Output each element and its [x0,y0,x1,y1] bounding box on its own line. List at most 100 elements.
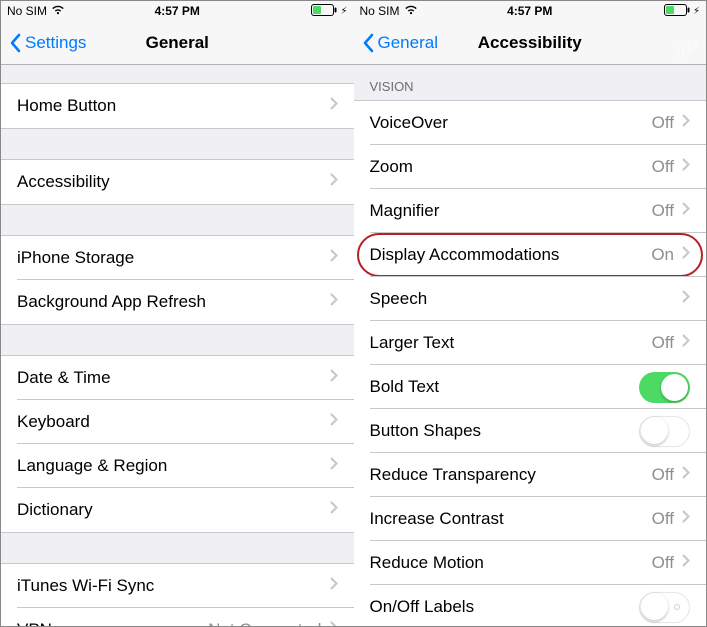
cell-label: Keyboard [17,412,330,432]
cell-increase-contrast[interactable]: Increase ContrastOff [354,497,707,541]
content-scroll[interactable]: Vision VoiceOverOffZoomOffMagnifierOffDi… [354,65,707,626]
cell-reduce-motion[interactable]: Reduce MotionOff [354,541,707,585]
chevron-icon [682,290,690,308]
cell-label: On/Off Labels [370,597,640,617]
status-bar: No SIM 4:57 PM ⚡︎ [354,1,707,21]
cell-value: On [651,245,674,265]
status-time: 4:57 PM [155,4,200,18]
cell-label: Zoom [370,157,652,177]
cell-vpn[interactable]: VPN Not Connected [1,608,354,626]
cell-label: iTunes Wi-Fi Sync [17,576,330,596]
cell-label: Language & Region [17,456,330,476]
carrier-text: No SIM [7,4,47,18]
chevron-icon [682,510,690,528]
chevron-icon [330,249,338,267]
cell-label: Reduce Motion [370,553,652,573]
chevron-icon [682,114,690,132]
cell-value: Off [652,465,674,485]
cell-accessibility[interactable]: Accessibility [1,160,354,204]
battery-icon [664,4,690,19]
status-bar: No SIM 4:57 PM ⚡︎ [1,1,354,21]
cell-label: Dictionary [17,500,330,520]
group-accessibility: Accessibility [1,159,354,205]
back-label: General [378,33,438,53]
cell-display-accommodations[interactable]: Display AccommodationsOn [354,233,707,277]
group-sync: iTunes Wi-Fi Sync VPN Not Connected [1,563,354,626]
chevron-icon [330,369,338,387]
chevron-icon [682,466,690,484]
chevron-icon [682,554,690,572]
wifi-icon [404,4,418,18]
toggle-switch[interactable] [639,416,690,447]
group-home: Home Button [1,83,354,129]
cell-larger-text[interactable]: Larger TextOff [354,321,707,365]
cell-label: VoiceOver [370,113,652,133]
back-button[interactable]: Settings [9,33,86,53]
cell-bold-text[interactable]: Bold Text [354,365,707,409]
chevron-icon [682,246,690,264]
cell-value: Off [652,201,674,221]
group-storage: iPhone Storage Background App Refresh [1,235,354,325]
content-scroll[interactable]: Home Button Accessibility iPhone Storage… [1,65,354,626]
cell-background-refresh[interactable]: Background App Refresh [1,280,354,324]
cell-label: iPhone Storage [17,248,330,268]
cell-home-button[interactable]: Home Button [1,84,354,128]
back-button[interactable]: General [362,33,438,53]
chevron-icon [682,202,690,220]
cell-label: Home Button [17,96,330,116]
cell-iphone-storage[interactable]: iPhone Storage [1,236,354,280]
cell-value: Off [652,113,674,133]
charging-icon: ⚡︎ [340,6,347,17]
cell-label: Accessibility [17,172,330,192]
cell-label: Date & Time [17,368,330,388]
cell-value: Off [652,157,674,177]
cell-on-off-labels[interactable]: On/Off Labels [354,585,707,626]
cell-language-region[interactable]: Language & Region [1,444,354,488]
cell-value: Off [652,553,674,573]
cell-value: Off [652,509,674,529]
cell-label: VPN [17,620,208,626]
phone-general: No SIM 4:57 PM ⚡︎ Settings General Home … [1,1,354,626]
cell-speech[interactable]: Speech [354,277,707,321]
battery-icon [311,4,337,19]
cell-magnifier[interactable]: MagnifierOff [354,189,707,233]
wifi-icon [51,4,65,18]
chevron-icon [330,501,338,519]
chevron-icon [330,173,338,191]
nav-title: General [146,33,209,53]
chevron-icon [330,97,338,115]
cell-label: Bold Text [370,377,640,397]
nav-bar: Settings General [1,21,354,65]
carrier-text: No SIM [360,4,400,18]
cell-dictionary[interactable]: Dictionary [1,488,354,532]
cell-reduce-transparency[interactable]: Reduce TransparencyOff [354,453,707,497]
cell-itunes-wifi-sync[interactable]: iTunes Wi-Fi Sync [1,564,354,608]
cell-button-shapes[interactable]: Button Shapes [354,409,707,453]
chevron-icon [330,621,338,626]
toggle-switch[interactable] [639,372,690,403]
cell-label: Increase Contrast [370,509,652,529]
back-label: Settings [25,33,86,53]
group-localization: Date & Time Keyboard Language & Region D… [1,355,354,533]
group-vision: VoiceOverOffZoomOffMagnifierOffDisplay A… [354,100,707,626]
chevron-icon [682,334,690,352]
cell-value: Not Connected [208,620,321,626]
cell-date-time[interactable]: Date & Time [1,356,354,400]
cell-zoom[interactable]: ZoomOff [354,145,707,189]
section-header-vision: Vision [354,65,707,100]
cell-label: Speech [370,289,683,309]
charging-icon: ⚡︎ [693,6,700,17]
chevron-icon [330,413,338,431]
chevron-icon [330,457,338,475]
cell-voiceover[interactable]: VoiceOverOff [354,101,707,145]
cell-label: Larger Text [370,333,652,353]
cell-label: Background App Refresh [17,292,330,312]
chevron-icon [330,293,338,311]
cell-keyboard[interactable]: Keyboard [1,400,354,444]
status-time: 4:57 PM [507,4,552,18]
phone-accessibility: No SIM 4:57 PM ⚡︎ General Accessibility … [354,1,707,626]
cell-label: Display Accommodations [370,245,652,265]
cell-value: Off [652,333,674,353]
nav-title: Accessibility [478,33,582,53]
toggle-switch[interactable] [639,592,690,623]
